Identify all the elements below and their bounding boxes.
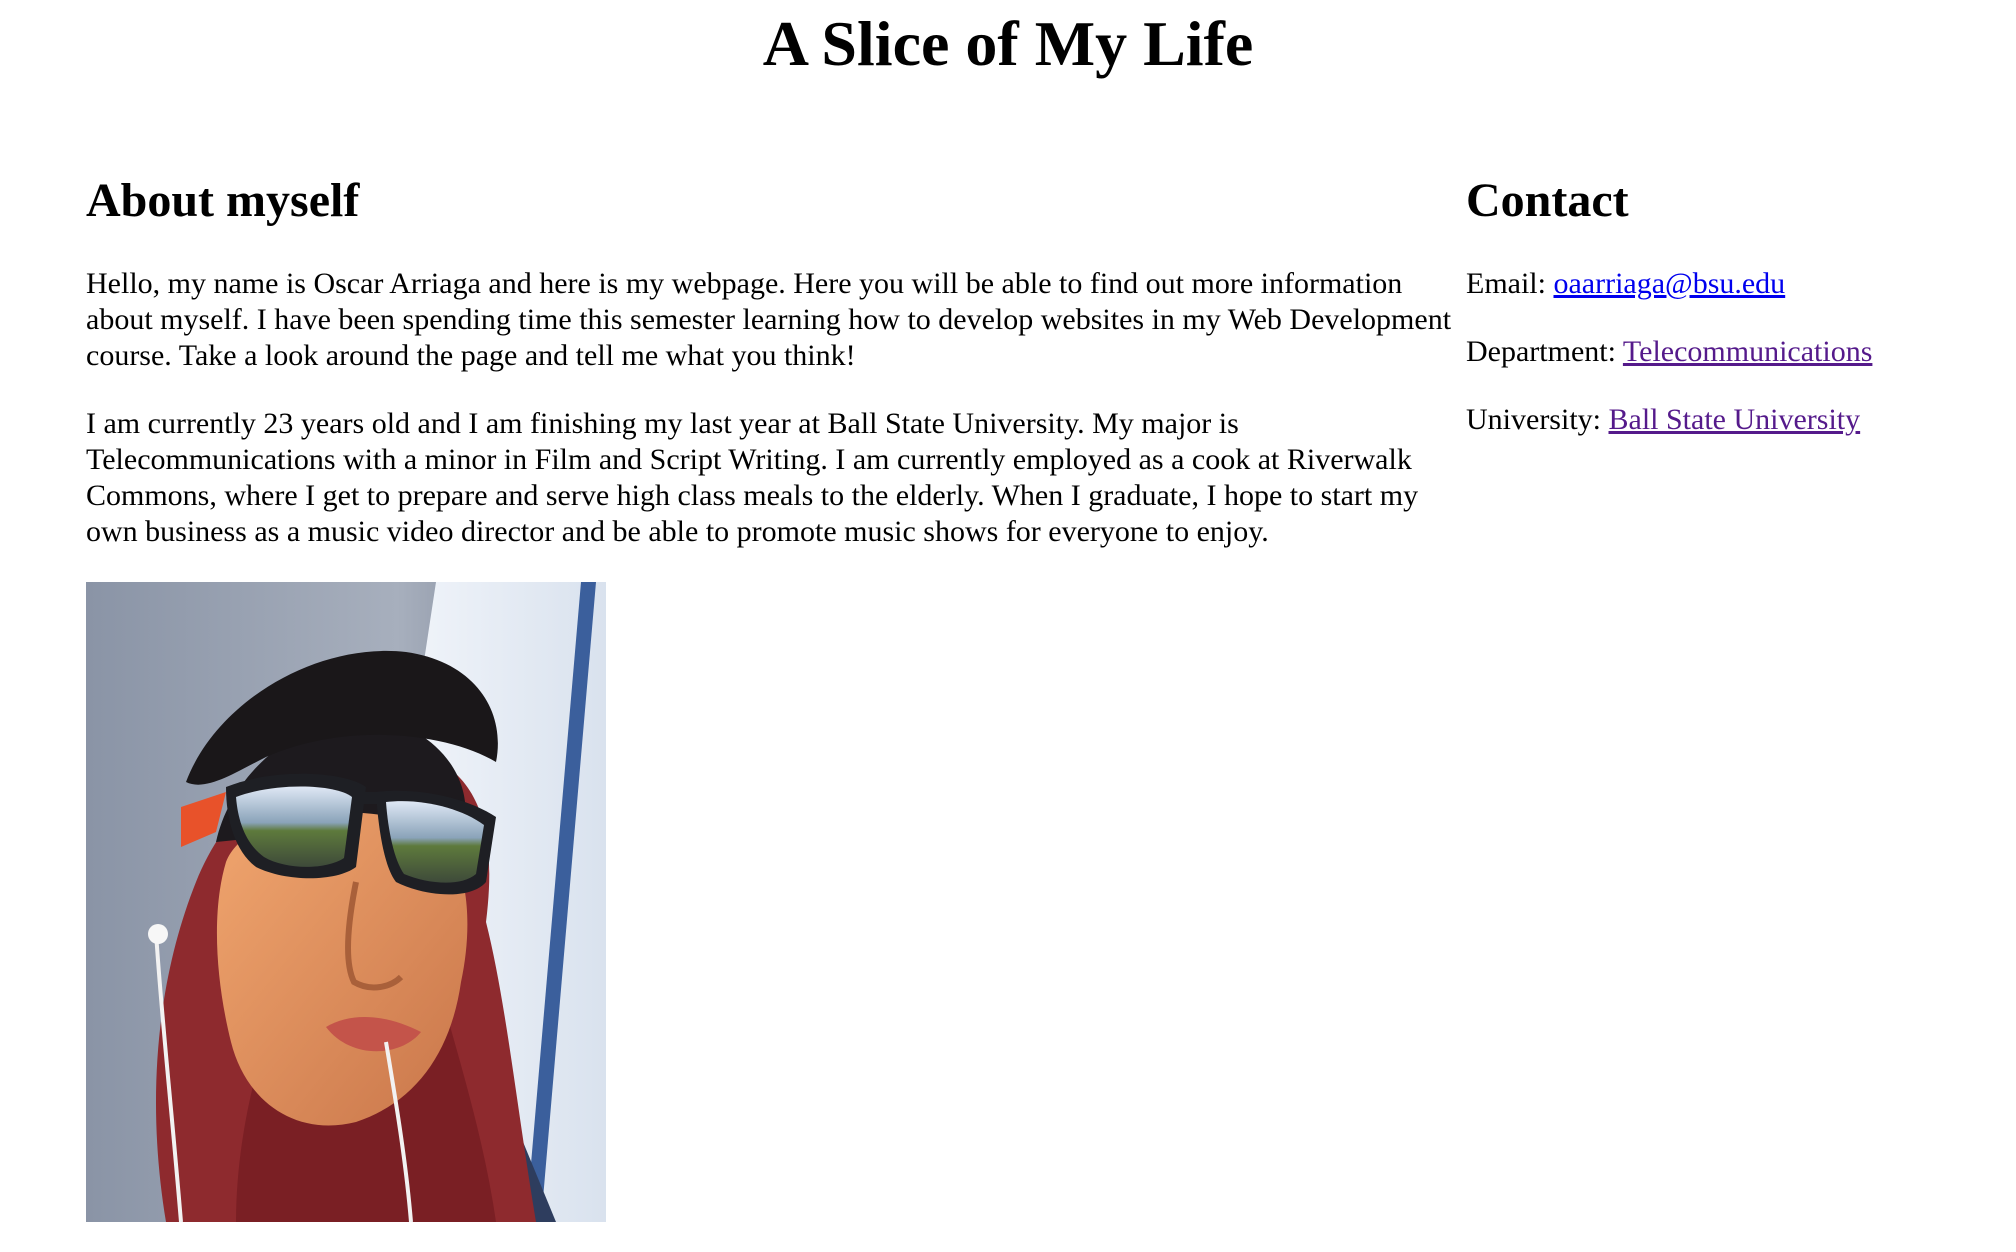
profile-photo bbox=[86, 582, 606, 1222]
email-link[interactable]: oaarriaga@bsu.edu bbox=[1553, 267, 1785, 300]
contact-heading: Contact bbox=[1466, 174, 1629, 227]
university-label: University: bbox=[1466, 403, 1609, 436]
contact-department-row: Department: Telecommunications bbox=[1466, 334, 1966, 370]
about-paragraph-intro: Hello, my name is Oscar Arriaga and here… bbox=[86, 267, 1452, 372]
department-link[interactable]: Telecommunications bbox=[1623, 335, 1873, 368]
about-paragraph-details: I am currently 23 years old and I am fin… bbox=[86, 407, 1419, 548]
university-link[interactable]: Ball State University bbox=[1609, 403, 1861, 436]
about-section: About myself Hello, my name is Oscar Arr… bbox=[86, 166, 1466, 1222]
contact-section: Contact Email: oaarriaga@bsu.edu Departm… bbox=[1466, 166, 1966, 470]
department-label: Department: bbox=[1466, 335, 1623, 368]
email-label: Email: bbox=[1466, 267, 1554, 300]
contact-university-row: University: Ball State University bbox=[1466, 402, 1966, 438]
about-heading: About myself bbox=[86, 174, 360, 227]
page-title: A Slice of My Life bbox=[762, 8, 1254, 79]
contact-email-row: Email: oaarriaga@bsu.edu bbox=[1466, 266, 1966, 302]
